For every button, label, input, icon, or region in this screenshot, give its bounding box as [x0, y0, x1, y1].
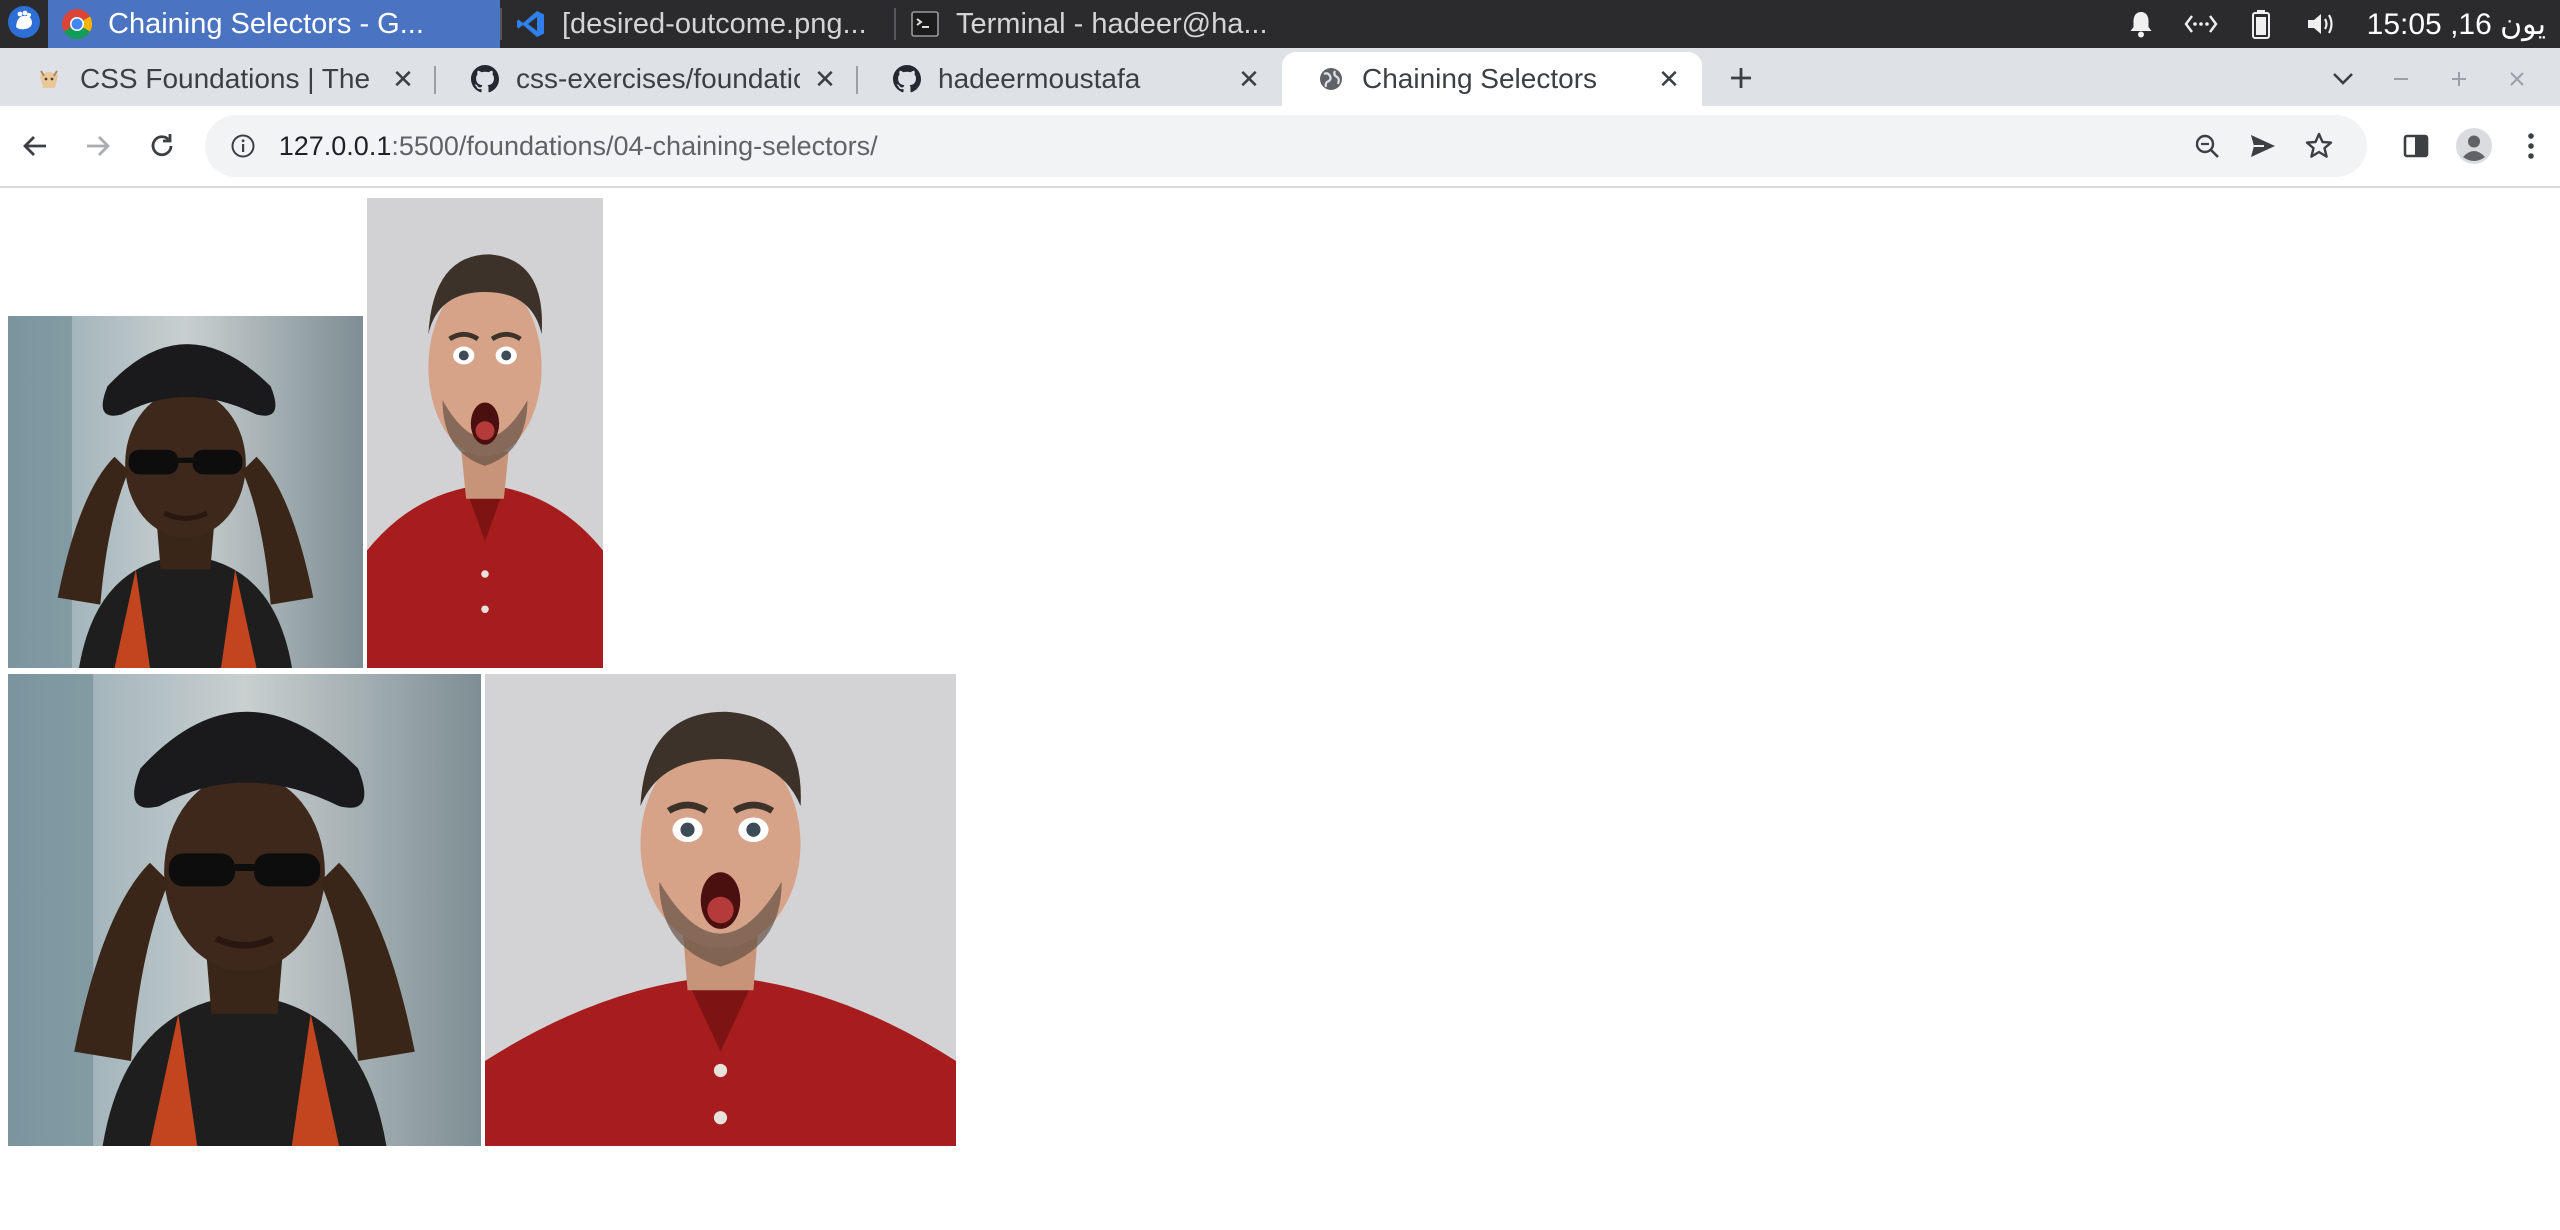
arrow-right-icon [87, 136, 111, 156]
tab-label: Chaining Selectors [1362, 63, 1598, 94]
taskbar-item-terminal[interactable]: Terminal - hadeer@ha... [896, 0, 1288, 48]
back-button[interactable] [6, 117, 64, 175]
chevron-down-icon [2333, 73, 2353, 85]
browser-toolbar: 127.0.0.1:5500/foundations/04-chaining-s… [0, 106, 2560, 188]
volume-icon[interactable] [2304, 7, 2338, 41]
terminal-icon [908, 7, 942, 41]
minimize-icon [2394, 78, 2408, 80]
tab-css-exercises[interactable]: css-exercises/foundatio ✕ [436, 52, 858, 106]
battery-icon[interactable] [2244, 7, 2278, 41]
browser-tab-strip: CSS Foundations | The ✕ css-exercises/fo… [0, 48, 2560, 106]
zoom-button[interactable] [2179, 118, 2235, 174]
close-icon[interactable]: ✕ [1654, 64, 1684, 94]
tab-label: css-exercises/foundatio [516, 63, 800, 94]
tab-label: CSS Foundations | The [80, 63, 371, 94]
chrome-icon [60, 7, 94, 41]
taskbar-item-label: Chaining Selectors - G... [108, 7, 424, 40]
avatar-icon [2455, 128, 2492, 164]
url-host: 127.0.0.1 [278, 130, 392, 161]
odin-icon [34, 64, 64, 94]
window-controls [2314, 52, 2560, 106]
send-icon [2251, 135, 2276, 157]
arrow-left-icon [22, 136, 46, 156]
send-to-devices-button[interactable] [2235, 118, 2291, 174]
maximize-icon [2452, 72, 2466, 86]
network-icon[interactable] [2184, 7, 2218, 41]
xfce-mouse-icon [7, 5, 41, 44]
url-text[interactable]: 127.0.0.1:5500/foundations/04-chaining-s… [279, 131, 2180, 162]
taskbar-item-vscode[interactable]: [desired-outcome.png... [502, 0, 894, 48]
clock[interactable]: 15:05 ,16 يون [2367, 7, 2546, 42]
close-icon[interactable]: ✕ [1234, 64, 1264, 94]
reload-icon [151, 134, 173, 157]
github-icon [470, 64, 500, 94]
reload-button[interactable] [133, 117, 191, 175]
system-tray: 15:05 ,16 يون [2111, 0, 2560, 48]
woman-with-sunglasses-image-small [8, 316, 363, 668]
site-info-icon[interactable] [225, 128, 261, 164]
maximize-button[interactable] [2430, 52, 2488, 106]
surprised-man-image-large [485, 674, 956, 1146]
woman-with-sunglasses-image-large [8, 674, 481, 1146]
close-icon[interactable]: ✕ [810, 64, 840, 94]
globe-icon [1316, 64, 1346, 94]
minimize-button[interactable] [2372, 52, 2430, 106]
taskbar-item-label: [desired-outcome.png... [562, 7, 867, 40]
taskbar-item-label: Terminal - hadeer@ha... [956, 7, 1268, 40]
github-icon [892, 64, 922, 94]
menu-button[interactable] [2502, 117, 2560, 175]
profile-button[interactable] [2445, 117, 2503, 175]
tab-hadeermoustafa[interactable]: hadeermoustafa ✕ [858, 52, 1282, 106]
app-launcher[interactable] [0, 0, 48, 48]
close-window-button[interactable] [2488, 52, 2546, 106]
tab-search-button[interactable] [2314, 52, 2372, 106]
zoom-out-icon [2196, 134, 2220, 158]
tab-css-foundations[interactable]: CSS Foundations | The ✕ [0, 52, 436, 106]
url-path: :5500/foundations/04-chaining-selectors/ [391, 130, 878, 161]
new-tab-button[interactable] [1714, 52, 1768, 106]
notification-bell-icon[interactable] [2124, 7, 2158, 41]
desktop-panel: Chaining Selectors - G... [desired-outco… [0, 0, 2560, 48]
kebab-menu-icon [2528, 133, 2534, 159]
bookmark-button[interactable] [2291, 118, 2347, 174]
page-viewport [0, 190, 2560, 1230]
tab-label: hadeermoustafa [938, 63, 1141, 94]
address-bar[interactable]: 127.0.0.1:5500/foundations/04-chaining-s… [204, 115, 2368, 177]
star-icon [2306, 132, 2333, 158]
side-panel-button[interactable] [2387, 117, 2445, 175]
surprised-man-image-small [367, 198, 603, 668]
close-icon [2510, 72, 2524, 86]
forward-button[interactable] [70, 117, 128, 175]
vscode-icon [514, 7, 548, 41]
taskbar-item-chrome[interactable]: Chaining Selectors - G... [48, 0, 500, 48]
close-icon[interactable]: ✕ [388, 64, 418, 94]
plus-icon [1728, 58, 1754, 101]
tab-chaining-selectors[interactable]: Chaining Selectors ✕ [1282, 52, 1702, 106]
side-panel-icon [2403, 134, 2429, 158]
